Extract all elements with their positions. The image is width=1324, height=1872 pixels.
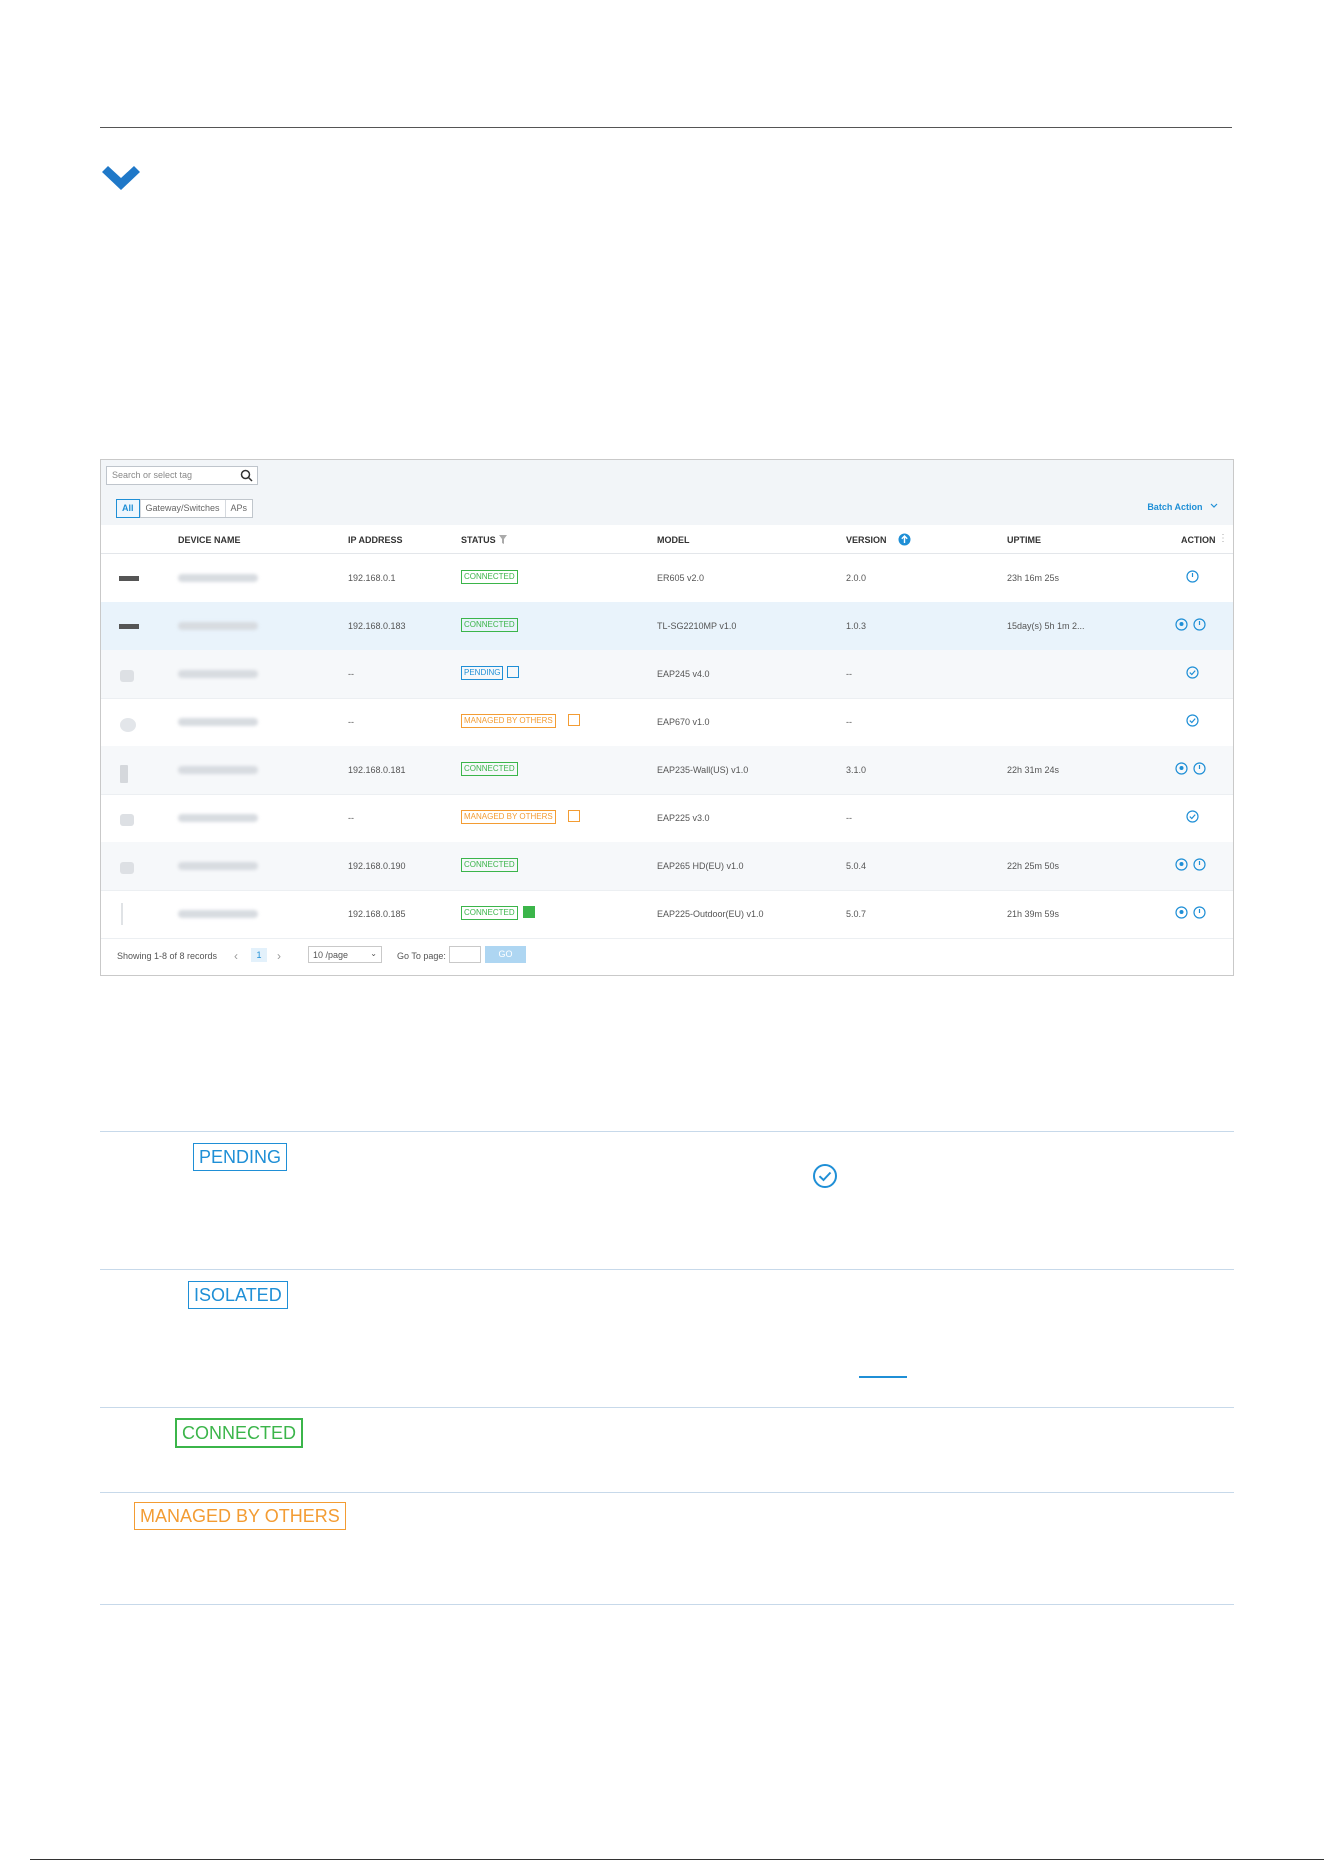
- device-name-redacted: [178, 862, 258, 870]
- go-button[interactable]: GO: [485, 946, 526, 963]
- wifi-icon: [568, 714, 580, 726]
- legend-divider: [100, 1492, 1234, 1493]
- access-point-icon: [120, 814, 134, 826]
- pending-badge: PENDING: [193, 1143, 288, 1171]
- devices-panel: Search or select tag All Gateway/Switche…: [100, 459, 1234, 976]
- status-badge: MANAGED BY OTHERS: [461, 810, 556, 824]
- legend-divider: [100, 1269, 1234, 1270]
- reboot-icon[interactable]: [1186, 570, 1199, 583]
- chevron-down-icon: ⌄: [370, 949, 377, 958]
- wifi-icon: [507, 666, 519, 678]
- access-point-icon: [120, 670, 134, 682]
- chevron-down-icon: [1210, 503, 1218, 508]
- device-name-redacted: [178, 910, 258, 918]
- filter-aps[interactable]: APs: [224, 500, 253, 517]
- device-name-redacted: [178, 622, 258, 630]
- footer-rule: [30, 1859, 1324, 1860]
- device-name-redacted: [178, 718, 258, 726]
- col-ip-address[interactable]: IP ADDRESS: [348, 535, 403, 545]
- table-header: DEVICE NAME IP ADDRESS STATUS MODEL VERS…: [101, 525, 1233, 554]
- col-status[interactable]: STATUS: [461, 535, 496, 545]
- legend-divider: [100, 1407, 1234, 1408]
- batch-action-button[interactable]: Batch Action: [1147, 502, 1219, 512]
- table-row[interactable]: 192.168.0.185 CONNECTED EAP225-Outdoor(E…: [101, 890, 1233, 939]
- table-row[interactable]: -- MANAGED BY OTHERS EAP225 v3.0 --: [101, 794, 1233, 843]
- status-badge: PENDING: [461, 666, 504, 680]
- device-name-redacted: [178, 574, 258, 582]
- device-type-filter: All Gateway/Switches APs: [116, 499, 254, 518]
- reboot-icon[interactable]: [1193, 618, 1206, 631]
- reboot-icon[interactable]: [1193, 762, 1206, 775]
- filter-icon[interactable]: [499, 535, 507, 544]
- status-badge: CONNECTED: [461, 906, 518, 920]
- table-row[interactable]: 192.168.0.1 CONNECTED ER605 v2.0 2.0.0 2…: [101, 554, 1233, 603]
- wall-plate-ap-icon: [120, 765, 128, 783]
- search-icon[interactable]: [240, 469, 253, 482]
- status-badge: CONNECTED: [461, 858, 518, 872]
- upgrade-icon[interactable]: [898, 533, 911, 546]
- locate-icon[interactable]: [1175, 618, 1188, 631]
- device-name-redacted: [178, 814, 258, 822]
- router-icon: [119, 576, 139, 581]
- link-underline: [859, 1376, 907, 1378]
- table-row[interactable]: 192.168.0.181 CONNECTED EAP235-Wall(US) …: [101, 746, 1233, 795]
- status-badge: CONNECTED: [461, 570, 518, 584]
- table-row[interactable]: 192.168.0.183 CONNECTED TL-SG2210MP v1.0…: [101, 602, 1233, 651]
- goto-page-input[interactable]: [449, 946, 481, 963]
- adopt-icon[interactable]: [1186, 666, 1199, 679]
- adopt-icon[interactable]: [1186, 714, 1199, 727]
- col-device-name[interactable]: DEVICE NAME: [178, 535, 241, 545]
- access-point-icon: [120, 718, 136, 732]
- chevron-down-icon: [102, 166, 140, 190]
- table-row[interactable]: 192.168.0.190 CONNECTED EAP265 HD(EU) v1…: [101, 842, 1233, 891]
- table-row[interactable]: -- PENDING EAP245 v4.0 --: [101, 650, 1233, 699]
- locate-icon[interactable]: [1175, 906, 1188, 919]
- connected-badge: CONNECTED: [175, 1418, 304, 1448]
- locate-icon[interactable]: [1175, 858, 1188, 871]
- managed-by-others-badge: MANAGED BY OTHERS: [134, 1502, 346, 1530]
- legend-divider: [100, 1131, 1234, 1132]
- col-uptime[interactable]: UPTIME: [1007, 535, 1041, 545]
- prev-page-icon[interactable]: ‹: [234, 949, 238, 963]
- col-action: ACTION: [1181, 535, 1216, 545]
- panel-toolbar: Search or select tag All Gateway/Switche…: [101, 460, 1233, 525]
- status-badge: CONNECTED: [461, 762, 518, 776]
- adopt-icon[interactable]: [1186, 810, 1199, 823]
- switch-icon: [119, 624, 139, 629]
- top-rule: [100, 127, 1232, 128]
- search-input[interactable]: Search or select tag: [106, 466, 258, 485]
- table-row[interactable]: -- MANAGED BY OTHERS EAP670 v1.0 --: [101, 698, 1233, 747]
- status-badge: CONNECTED: [461, 618, 518, 632]
- column-settings-icon[interactable]: ⋮: [1218, 533, 1228, 544]
- access-point-icon: [120, 862, 134, 874]
- records-count: Showing 1-8 of 8 records: [117, 951, 218, 961]
- col-model[interactable]: MODEL: [657, 535, 690, 545]
- wifi-icon: [568, 810, 580, 822]
- adopt-icon: [813, 1164, 837, 1188]
- wifi-icon: [523, 906, 535, 918]
- reboot-icon[interactable]: [1193, 906, 1206, 919]
- status-badge: MANAGED BY OTHERS: [461, 714, 556, 728]
- outdoor-ap-icon: [121, 903, 123, 925]
- goto-label: Go To page:: [397, 951, 446, 961]
- page-size-select[interactable]: 10 /page ⌄: [308, 946, 382, 963]
- filter-gateway-switches[interactable]: Gateway/Switches: [139, 500, 225, 517]
- filter-all[interactable]: All: [116, 499, 140, 518]
- device-name-redacted: [178, 670, 258, 678]
- page-number[interactable]: 1: [251, 948, 267, 962]
- locate-icon[interactable]: [1175, 762, 1188, 775]
- device-name-redacted: [178, 766, 258, 774]
- isolated-badge: ISOLATED: [188, 1281, 288, 1309]
- pagination: Showing 1-8 of 8 records ‹ 1 › 10 /page …: [101, 937, 1233, 977]
- next-page-icon[interactable]: ›: [277, 949, 281, 963]
- legend-divider: [100, 1604, 1234, 1605]
- reboot-icon[interactable]: [1193, 858, 1206, 871]
- col-version[interactable]: VERSION: [846, 535, 887, 545]
